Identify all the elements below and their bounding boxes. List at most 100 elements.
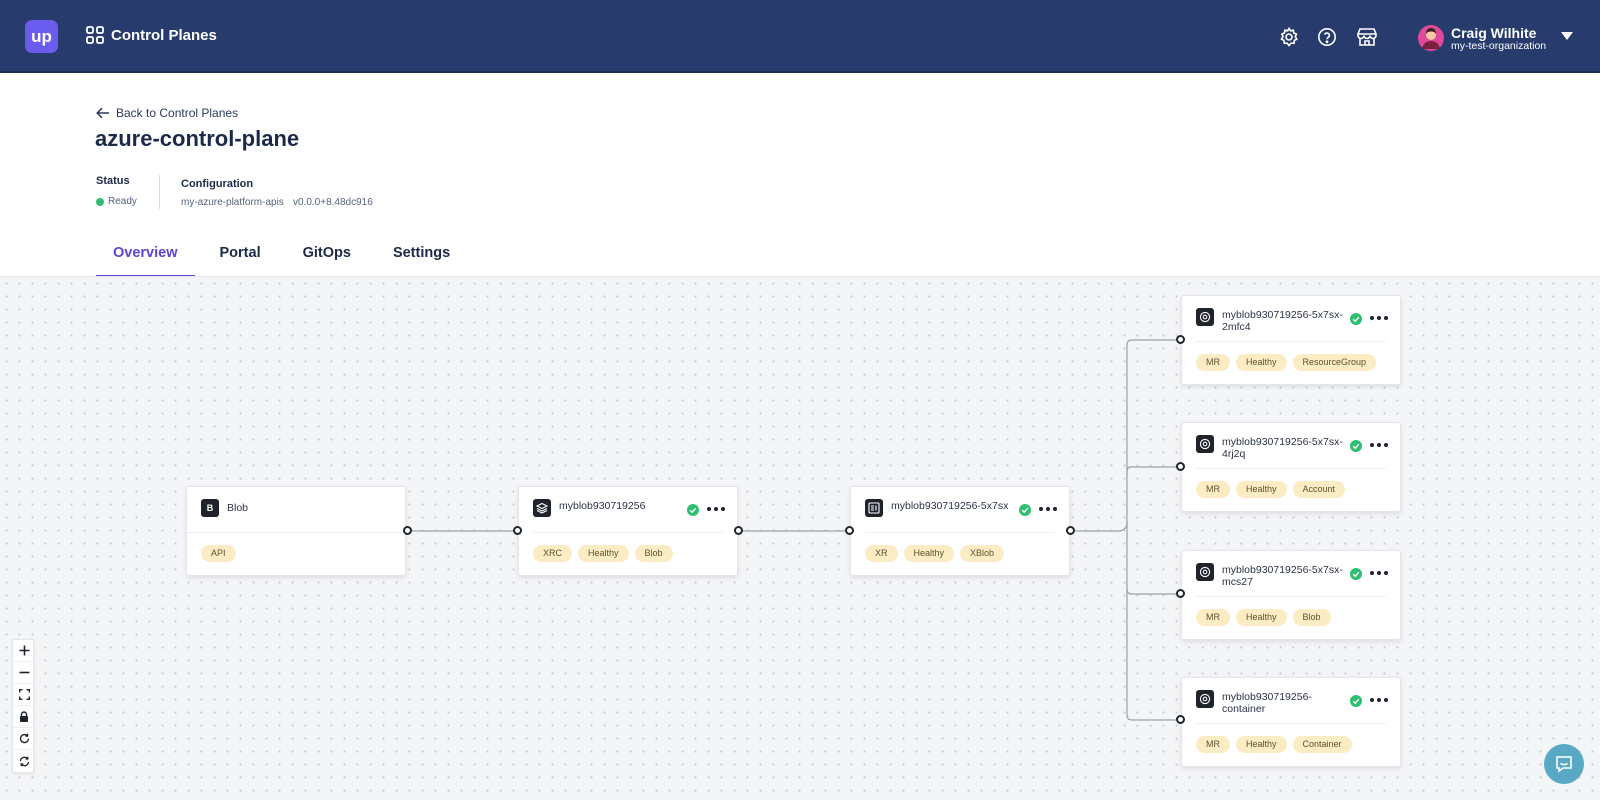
graph-node-mr-container[interactable]: myblob930719256-container MR Healthy Con… — [1181, 677, 1401, 767]
edge-xr-to-mr-1 — [1075, 339, 1176, 532]
badge-type: Container — [1292, 736, 1352, 753]
graph-node-mr-account[interactable]: myblob930719256-5x7sx-4rj2q MR Healthy A… — [1181, 422, 1401, 512]
badge-health: Healthy — [1236, 609, 1287, 626]
node-divider — [865, 532, 1055, 533]
healthy-check-icon — [1019, 504, 1031, 516]
back-link[interactable]: Back to Control Planes — [96, 106, 238, 120]
blob-letter-icon: B — [201, 499, 219, 517]
healthy-check-icon — [1350, 568, 1362, 580]
edge-xr-to-mr-3 — [1126, 522, 1176, 595]
port-mr-2-in[interactable] — [1176, 462, 1185, 471]
badge-kind: XRC — [533, 545, 573, 562]
badge-kind: MR — [1196, 354, 1230, 371]
badge-health: Healthy — [1236, 354, 1287, 371]
arrow-left-icon — [96, 107, 109, 119]
healthy-check-icon — [1350, 313, 1362, 325]
marketplace-icon[interactable] — [1356, 27, 1378, 47]
badge-health: Healthy — [578, 545, 629, 562]
node-header: myblob930719256-5x7sx-mcs27 — [1182, 551, 1400, 596]
node-badges: API — [201, 545, 236, 562]
node-name: myblob930719256-5x7sx-mcs27 — [1222, 564, 1343, 588]
chat-icon — [1556, 756, 1572, 773]
target-icon — [1196, 435, 1214, 453]
configuration-name[interactable]: my-azure-platform-apis — [181, 197, 284, 208]
more-options-icon[interactable] — [707, 502, 725, 516]
badge-kind: XR — [865, 545, 898, 562]
graph-node-mr-resourcegroup[interactable]: myblob930719256-5x7sx-2mfc4 MR Healthy R… — [1181, 295, 1401, 385]
status-dot — [96, 198, 104, 206]
port-mr-3-in[interactable] — [1176, 589, 1185, 598]
target-icon — [1196, 690, 1214, 708]
sync-button[interactable] — [13, 750, 35, 772]
node-header: myblob930719256-5x7sx-2mfc4 — [1182, 296, 1400, 341]
more-options-icon[interactable] — [1370, 693, 1388, 707]
zoom-out-button[interactable] — [13, 662, 35, 684]
graph-node-mr-blob[interactable]: myblob930719256-5x7sx-mcs27 MR Healthy B… — [1181, 550, 1401, 640]
tab-portal[interactable]: Portal — [195, 235, 278, 277]
node-name: myblob930719256-5x7sx-2mfc4 — [1222, 309, 1343, 333]
tab-gitops[interactable]: GitOps — [278, 235, 368, 277]
badge-type: Account — [1292, 481, 1346, 498]
more-options-icon[interactable] — [1039, 502, 1057, 516]
graph-node-xrc[interactable]: myblob930719256 XRC Healthy Blob — [518, 486, 738, 576]
more-options-icon[interactable] — [1370, 311, 1388, 325]
app-switcher[interactable]: Control Planes — [86, 26, 217, 44]
canvas-controls — [12, 639, 35, 773]
layers-icon — [533, 499, 551, 517]
status-value: Ready — [108, 196, 137, 207]
node-badges: MR Healthy ResourceGroup — [1196, 354, 1377, 371]
lock-button[interactable] — [13, 706, 35, 728]
node-divider — [187, 532, 405, 533]
target-icon — [1196, 563, 1214, 581]
port-xr-out[interactable] — [1066, 526, 1075, 535]
gear-icon[interactable] — [1279, 27, 1299, 47]
node-divider — [1196, 341, 1386, 342]
port-mr-1-in[interactable] — [1176, 335, 1185, 344]
node-header: myblob930719256 — [519, 487, 737, 532]
chevron-down-icon[interactable] — [1560, 31, 1574, 41]
sync-icon — [19, 756, 29, 766]
minus-icon — [19, 671, 29, 674]
port-xrc-out[interactable] — [734, 526, 743, 535]
page-title: azure-control-plane — [95, 126, 300, 151]
upbound-logo[interactable]: up — [25, 20, 58, 53]
healthy-check-icon — [1350, 440, 1362, 452]
refresh-button[interactable] — [13, 728, 35, 750]
badge-type: XBlob — [960, 545, 1005, 562]
more-options-icon[interactable] — [1370, 438, 1388, 452]
port-mr-4-in[interactable] — [1176, 715, 1185, 724]
fit-view-button[interactable] — [13, 684, 35, 706]
tab-overview[interactable]: Overview — [96, 235, 195, 277]
zoom-in-button[interactable] — [13, 640, 35, 662]
node-header: myblob930719256-5x7sx-4rj2q — [1182, 423, 1400, 468]
badge-health: Healthy — [1236, 736, 1287, 753]
node-badges: XR Healthy XBlob — [865, 545, 1005, 562]
chat-launcher-button[interactable] — [1544, 744, 1584, 784]
user-menu[interactable]: Craig Wilhite my-test-organization — [1418, 23, 1593, 55]
tab-settings[interactable]: Settings — [368, 235, 467, 277]
badge-type: Blob — [634, 545, 673, 562]
edge-xr-to-mr-2 — [1126, 466, 1176, 477]
avatar — [1418, 25, 1444, 51]
graph-node-blob[interactable]: B Blob API — [186, 486, 406, 576]
node-name: myblob930719256-5x7sx-4rj2q — [1222, 436, 1343, 460]
node-name: Blob — [227, 502, 249, 514]
plus-icon — [19, 645, 29, 656]
help-icon[interactable] — [1317, 27, 1337, 47]
badge-health: Healthy — [903, 545, 955, 562]
badge-kind: MR — [1196, 481, 1230, 498]
graph-node-xr[interactable]: myblob930719256-5x7sx XR Healthy XBlob — [850, 486, 1070, 576]
port-xrc-in[interactable] — [513, 526, 522, 535]
more-options-icon[interactable] — [1370, 566, 1388, 580]
refresh-icon — [19, 733, 29, 744]
top-bar: up Control Planes Craig Wilhite my-test-… — [0, 0, 1600, 73]
node-badges: MR Healthy Account — [1196, 481, 1346, 498]
healthy-check-icon — [1350, 695, 1362, 707]
node-name: myblob930719256-container — [1222, 691, 1312, 715]
port-xr-in[interactable] — [845, 526, 854, 535]
node-divider — [1196, 596, 1386, 597]
badge-type: ResourceGroup — [1292, 354, 1377, 371]
node-name: myblob930719256 — [559, 500, 646, 512]
port-blob-out[interactable] — [403, 526, 412, 535]
resource-graph-canvas[interactable]: B Blob API myblob930719256 XRC Healthy B… — [0, 277, 1600, 800]
